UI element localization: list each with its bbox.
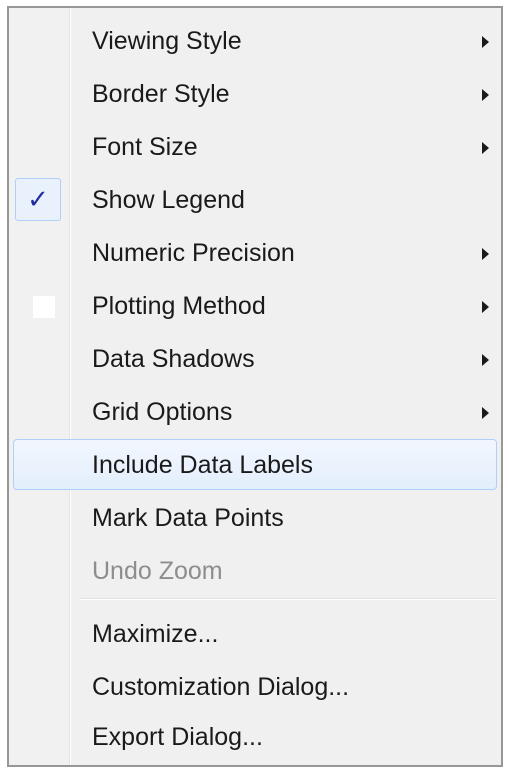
menu-item-font-size[interactable]: Font Size	[9, 121, 501, 174]
menu-separator	[79, 598, 497, 600]
menu-item-mark-data-points[interactable]: Mark Data Points	[9, 492, 501, 545]
menu-item-label: Data Shadows	[92, 345, 255, 373]
context-menu: Viewing Style Border Style Font Size ✓ S…	[7, 6, 503, 767]
submenu-arrow-icon	[482, 89, 489, 101]
menu-item-undo-zoom[interactable]: Undo Zoom	[9, 545, 501, 598]
menu-item-customization-dialog[interactable]: Customization Dialog...	[9, 661, 501, 714]
submenu-arrow-icon	[482, 407, 489, 419]
submenu-arrow-icon	[482, 354, 489, 366]
menu-item-label: Customization Dialog...	[92, 673, 350, 701]
menu-item-border-style[interactable]: Border Style	[9, 68, 501, 121]
blank-square-icon	[33, 296, 55, 318]
menu-item-label: Border Style	[92, 80, 230, 108]
menu-item-label: Maximize...	[92, 620, 219, 648]
menu-item-include-data-labels[interactable]: Include Data Labels	[9, 439, 501, 492]
menu-item-grid-options[interactable]: Grid Options	[9, 386, 501, 439]
menu-item-maximize[interactable]: Maximize...	[9, 608, 501, 661]
checkmark-icon: ✓	[27, 185, 49, 215]
menu-item-plotting-method[interactable]: Plotting Method	[9, 280, 501, 333]
submenu-arrow-icon	[482, 248, 489, 260]
menu-item-show-legend[interactable]: ✓ Show Legend	[9, 174, 501, 227]
menu-item-label: Export Dialog...	[92, 723, 263, 751]
submenu-arrow-icon	[482, 301, 489, 313]
menu-item-export-dialog[interactable]: Export Dialog...	[9, 711, 501, 764]
menu-item-label: Numeric Precision	[92, 239, 295, 267]
menu-item-label: Grid Options	[92, 398, 233, 426]
menu-item-label: Plotting Method	[92, 292, 266, 320]
menu-item-label: Undo Zoom	[92, 557, 223, 585]
checkmark-frame: ✓	[15, 178, 61, 221]
menu-item-data-shadows[interactable]: Data Shadows	[9, 333, 501, 386]
menu-item-numeric-precision[interactable]: Numeric Precision	[9, 227, 501, 280]
menu-item-label: Viewing Style	[92, 27, 242, 55]
menu-item-label: Mark Data Points	[92, 504, 284, 532]
menu-item-label: Show Legend	[92, 186, 245, 214]
submenu-arrow-icon	[482, 142, 489, 154]
menu-item-viewing-style[interactable]: Viewing Style	[9, 15, 501, 68]
menu-item-label: Font Size	[92, 133, 198, 161]
submenu-arrow-icon	[482, 36, 489, 48]
menu-item-label: Include Data Labels	[92, 451, 313, 479]
